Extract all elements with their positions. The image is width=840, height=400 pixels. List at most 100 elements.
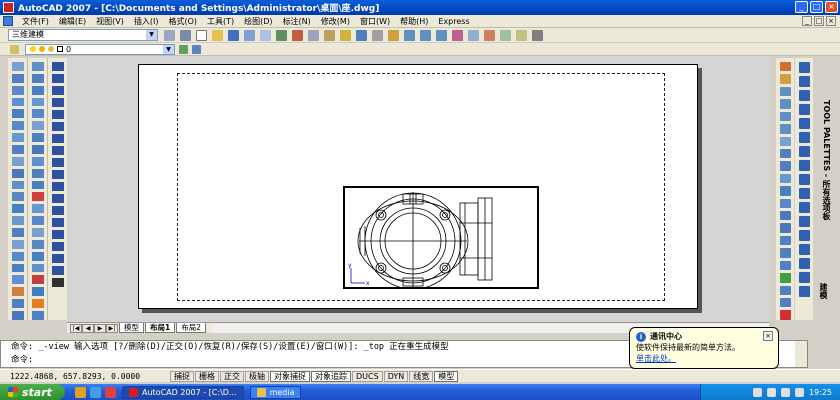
helix-icon[interactable] [11, 156, 24, 166]
region-icon[interactable] [51, 254, 64, 263]
browser-icon[interactable] [90, 386, 101, 398]
angular-icon[interactable] [798, 160, 810, 171]
rotate-faces-icon[interactable] [31, 109, 44, 119]
properties-icon[interactable] [452, 29, 463, 41]
layer-previous-icon[interactable] [192, 44, 201, 54]
rectangle-shape-icon[interactable] [779, 248, 791, 258]
close-button[interactable]: × [825, 1, 838, 13]
separate-icon[interactable] [31, 204, 44, 214]
menu-draw[interactable]: 绘图(D) [239, 16, 277, 27]
network-icon[interactable] [752, 387, 762, 397]
hatch-icon[interactable] [51, 230, 64, 239]
ducs-toggle[interactable]: DUCS [352, 370, 383, 382]
autocad-app-icon[interactable] [3, 2, 14, 13]
ellipse-icon[interactable] [51, 170, 64, 179]
gradient-icon[interactable] [51, 242, 64, 251]
polar-toggle[interactable]: 极轴 [245, 370, 269, 382]
insert-block-icon[interactable] [51, 194, 64, 203]
match-properties-icon[interactable] [340, 29, 351, 41]
menu-help[interactable]: 帮助(H) [395, 16, 433, 27]
menu-express[interactable]: Express [433, 17, 474, 26]
clock[interactable]: 19:25 [809, 388, 832, 397]
pencil-icon[interactable] [779, 62, 791, 72]
dimension-icon[interactable] [798, 62, 810, 73]
taskbar-autocad-button[interactable]: AutoCAD 2007 - [C:\D... [122, 385, 244, 399]
union-shape-icon[interactable] [779, 173, 791, 184]
box-shape-icon[interactable] [779, 235, 791, 246]
aligned-dimension-icon[interactable] [798, 76, 810, 87]
render-icon[interactable] [31, 287, 44, 297]
polyline-icon[interactable] [51, 86, 64, 95]
wedge-shape-icon[interactable] [779, 99, 791, 109]
zoom-realtime-icon[interactable] [404, 29, 415, 41]
3d-align-icon[interactable] [11, 299, 24, 309]
arc-length-icon[interactable] [798, 90, 810, 101]
paste-icon[interactable] [324, 29, 335, 41]
construction-line-icon[interactable] [51, 74, 64, 83]
sheet-set-icon[interactable] [500, 29, 511, 41]
tolerance-icon[interactable] [798, 230, 810, 241]
extrude-faces-icon[interactable] [31, 62, 44, 71]
3d-rotate-icon[interactable] [11, 287, 24, 297]
orbit-icon[interactable] [779, 298, 791, 308]
cut-icon[interactable] [292, 29, 303, 41]
modeling-palette-tab[interactable]: 建模 [818, 283, 829, 299]
design-center-icon[interactable] [468, 29, 479, 41]
circle-icon[interactable] [51, 134, 64, 143]
doc-restore-button[interactable]: □ [814, 16, 824, 26]
minimize-button[interactable]: _ [795, 1, 808, 13]
color-edges-icon[interactable] [31, 168, 44, 178]
print-preview-icon[interactable] [260, 29, 271, 41]
quickcalc-icon[interactable] [532, 29, 543, 41]
radius-icon[interactable] [798, 118, 810, 129]
dimension-edit-icon[interactable] [798, 258, 810, 269]
make-layer-current-icon[interactable] [179, 44, 188, 54]
clean-icon[interactable] [31, 192, 44, 202]
arc-icon[interactable] [51, 122, 64, 131]
section-icon[interactable] [31, 251, 44, 261]
materials-icon[interactable] [31, 299, 44, 309]
line-icon[interactable] [51, 62, 64, 71]
revolve-icon[interactable] [11, 216, 24, 226]
continue-icon[interactable] [798, 202, 810, 213]
markup-icon[interactable] [516, 29, 527, 41]
menu-window[interactable]: 窗口(W) [355, 16, 395, 27]
dimension-update-icon[interactable] [798, 272, 810, 283]
tab-model[interactable]: 模型 [119, 323, 144, 333]
check-icon[interactable] [31, 228, 44, 237]
cone-shape-icon[interactable] [779, 111, 791, 122]
document-icon[interactable] [3, 16, 13, 26]
media-player-icon[interactable] [105, 386, 116, 398]
color-faces-icon[interactable] [31, 145, 44, 154]
polygon-icon[interactable] [51, 98, 64, 107]
eraser-icon[interactable] [779, 74, 791, 84]
model-space-toggle[interactable]: 模型 [434, 370, 459, 382]
ordinate-icon[interactable] [798, 104, 810, 115]
3d-move-icon[interactable] [11, 275, 24, 285]
doc-close-button[interactable]: × [826, 16, 836, 26]
cylinder-shape-icon[interactable] [779, 124, 791, 134]
frame-icon[interactable] [779, 260, 791, 271]
start-button[interactable]: start [0, 384, 65, 400]
balloon-link[interactable]: 单击此处。 [636, 353, 772, 364]
sphere-icon[interactable] [11, 109, 24, 119]
menu-file[interactable]: 文件(F) [17, 16, 54, 27]
slice-icon[interactable] [31, 239, 44, 249]
balloon-close-button[interactable]: × [763, 331, 773, 341]
zoom-previous-icon[interactable] [436, 29, 447, 41]
extrude-icon[interactable] [11, 180, 24, 190]
next-tab-button[interactable]: ▶ [94, 323, 106, 333]
make-block-icon[interactable] [51, 206, 64, 215]
tab-layout2[interactable]: 布局2 [176, 323, 206, 333]
sphere-shape-icon[interactable] [779, 136, 791, 146]
polysolid-icon[interactable] [11, 62, 24, 71]
lineweight-toggle[interactable]: 线宽 [409, 370, 434, 382]
last-tab-button[interactable]: ▶| [106, 323, 118, 333]
revision-cloud-icon[interactable] [51, 146, 64, 155]
view-icon[interactable] [779, 285, 791, 296]
menu-insert[interactable]: 插入(I) [129, 16, 164, 27]
flag-icon[interactable] [779, 273, 791, 283]
maximize-button[interactable]: □ [810, 1, 823, 13]
grid-toggle[interactable]: 栅格 [195, 370, 219, 382]
menu-tools[interactable]: 工具(T) [202, 16, 239, 27]
